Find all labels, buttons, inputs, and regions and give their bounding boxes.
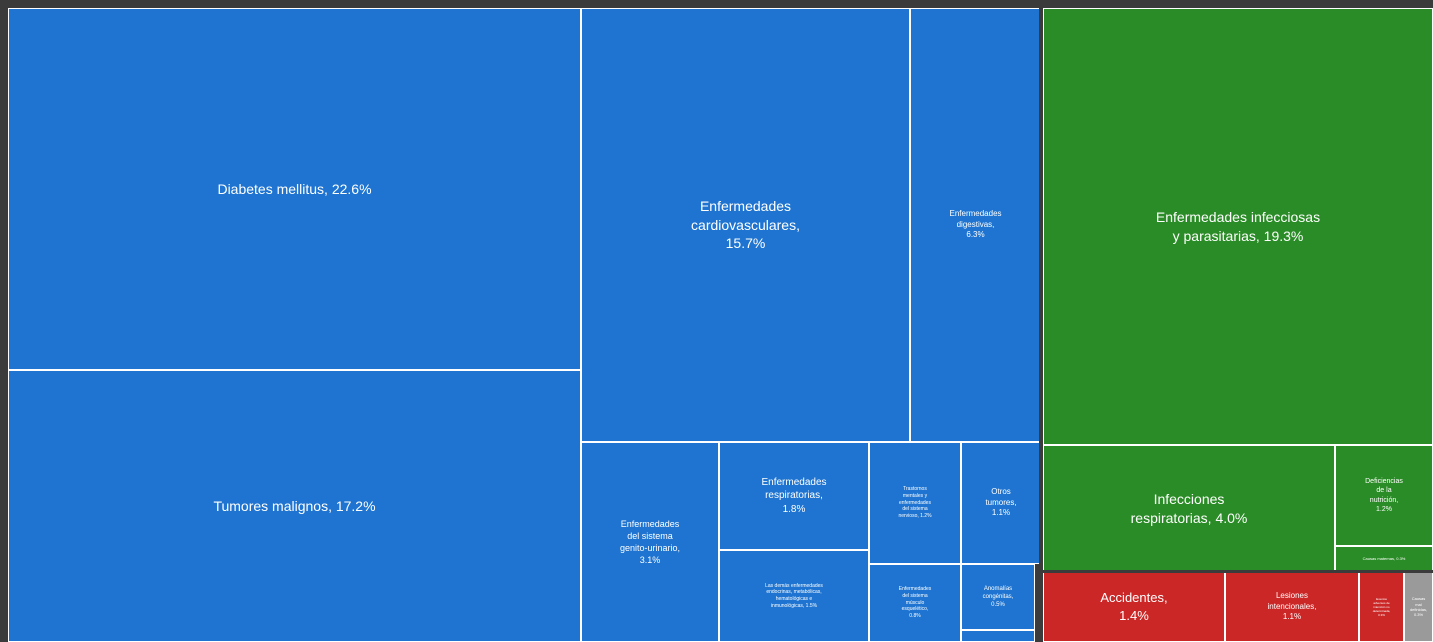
treemap-cell-infecciosas-parasitarias: Enfermedades infecciosas y parasitarias,… [1043,8,1433,445]
treemap-label-eventos-adversos: Eventos adversos de intención no determi… [1372,596,1391,618]
treemap-label-respiratorias: Enfermedades respiratorias, 1.8% [761,476,827,515]
treemap-label-endocrinas: Las demás enfermedades endocrinas, metab… [765,582,823,609]
treemap-label-trastornos-mentales: Trastornos mentales y enfermedades del s… [898,486,932,520]
treemap-cell-deficiencias-nutricion: Deficiencias de la nutrición, 1.2% [1335,445,1433,546]
treemap-label-infecciones-respiratorias: Infecciones respiratorias, 4.0% [1130,490,1248,526]
treemap-cell-cardiovasculares: Enfermedades cardiovasculares, 15.7% [581,8,910,442]
treemap-label-causas-maternas: Causas maternas, 0.3% [1362,556,1406,562]
treemap-cell-mal-definidas: Causas mal definidas, 0.3% [1404,572,1433,642]
treemap-cell-infecciones-respiratorias: Infecciones respiratorias, 4.0% [1043,445,1335,572]
treemap-cell-musculo-esqueletico: Enfermedades del sistema músculo esquelé… [869,564,961,642]
treemap-label-accidentes: Accidentes, 1.4% [1100,590,1168,623]
treemap-cell-otras-mini [961,630,1035,642]
treemap-label-cardiovasculares: Enfermedades cardiovasculares, 15.7% [691,197,800,252]
treemap-cell-eventos-adversos: Eventos adversos de intención no determi… [1359,572,1404,642]
treemap-label-mal-definidas: Causas mal definidas, 0.3% [1409,596,1428,618]
treemap-label-otros-tumores: Otros tumores, 1.1% [985,486,1017,518]
group-separator-blue-green [1039,8,1043,642]
treemap-label-anomalias-congenitas: Anomalías congénitas, 0.5% [982,585,1014,609]
treemap-label-lesiones-intencionales: Lesiones intencionales, 1.1% [1267,590,1317,622]
treemap-label-genito-urinario: Enfermedades del sistema genito-urinario… [619,518,681,566]
treemap-cell-lesiones-intencionales: Lesiones intencionales, 1.1% [1225,572,1359,642]
treemap-label-diabetes: Diabetes mellitus, 22.6% [217,180,372,197]
treemap-cell-accidentes: Accidentes, 1.4% [1043,572,1225,642]
treemap-cell-digestivas: Enfermedades digestivas, 6.3% [910,8,1041,442]
treemap-chart: Diabetes mellitus, 22.6% Tumores malignos… [0,0,1433,642]
treemap-cell-endocrinas: Las demás enfermedades endocrinas, metab… [719,550,869,642]
treemap-label-tumores-malignos: Tumores malignos, 17.2% [213,497,376,514]
treemap-cell-anomalias-congenitas: Anomalías congénitas, 0.5% [961,564,1035,630]
group-separator-green-red [1043,570,1433,573]
treemap-cell-genito-urinario: Enfermedades del sistema genito-urinario… [581,442,719,642]
treemap-label-infecciosas-parasitarias: Enfermedades infecciosas y parasitarias,… [1155,208,1321,244]
treemap-cell-otros-tumores: Otros tumores, 1.1% [961,442,1041,564]
treemap-label-digestivas: Enfermedades digestivas, 6.3% [949,208,1002,240]
treemap-cell-diabetes: Diabetes mellitus, 22.6% [8,8,581,370]
treemap-label-deficiencias-nutricion: Deficiencias de la nutrición, 1.2% [1365,477,1403,513]
treemap-cell-tumores-malignos: Tumores malignos, 17.2% [8,370,581,642]
treemap-cell-respiratorias: Enfermedades respiratorias, 1.8% [719,442,869,550]
treemap-cell-causas-maternas: Causas maternas, 0.3% [1335,546,1433,572]
treemap-label-musculo-esqueletico: Enfermedades del sistema músculo esquelé… [898,586,932,620]
treemap-cell-trastornos-mentales: Trastornos mentales y enfermedades del s… [869,442,961,564]
